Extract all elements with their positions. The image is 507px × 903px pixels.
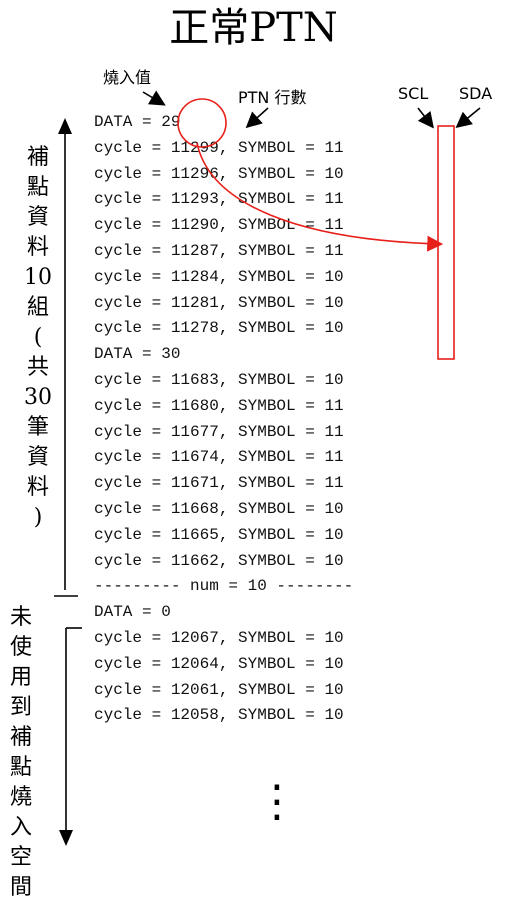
burn-value-circle <box>177 98 227 148</box>
ptn-rows-arrow <box>245 107 269 129</box>
scl-arrow <box>417 107 434 129</box>
bracket-arrow-up-icon <box>58 118 72 134</box>
sda-column-box <box>437 125 455 360</box>
sda-arrow <box>455 107 481 129</box>
mapping-arrow <box>196 142 444 252</box>
burn-value-arrow <box>142 90 166 106</box>
annotation-overlay <box>54 90 481 846</box>
bracket-arrow-down-icon <box>59 830 73 846</box>
